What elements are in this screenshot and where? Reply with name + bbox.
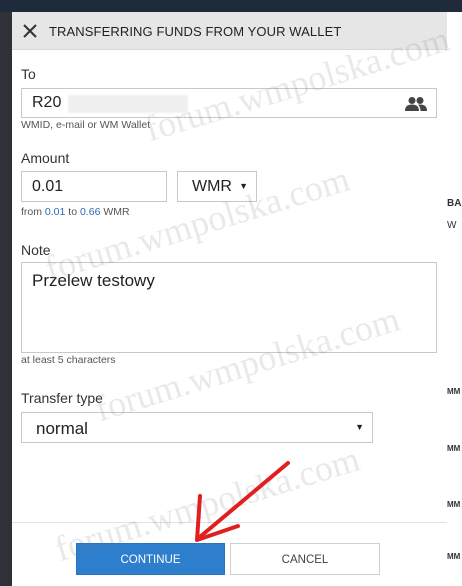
transfer-type-select[interactable]: normal ▼ bbox=[21, 412, 373, 443]
note-textarea[interactable]: Przelew testowy bbox=[21, 262, 437, 353]
background-fragment: MM bbox=[447, 500, 461, 509]
hint-min: 0.01 bbox=[44, 206, 66, 218]
background-fragment: MM bbox=[447, 444, 461, 453]
currency-select[interactable]: WMR ▼ bbox=[177, 171, 257, 202]
note-value: Przelew testowy bbox=[32, 271, 155, 290]
close-icon[interactable] bbox=[22, 23, 38, 39]
dialog-footer: CONTINUE CANCEL bbox=[12, 522, 447, 586]
recipient-value: R20 bbox=[32, 94, 62, 111]
background-fragment: W bbox=[447, 220, 457, 231]
to-label: To bbox=[21, 66, 36, 82]
background-fragment: MM bbox=[447, 387, 461, 396]
chevron-down-icon: ▼ bbox=[355, 422, 364, 432]
hint-unit: WMR bbox=[103, 206, 130, 218]
contacts-icon[interactable] bbox=[404, 96, 428, 112]
chevron-down-icon: ▼ bbox=[239, 181, 248, 191]
hint-max: 0.66 bbox=[79, 206, 101, 218]
amount-label: Amount bbox=[21, 150, 70, 166]
recipient-input[interactable]: R20 bbox=[21, 88, 437, 118]
transfer-dialog: TRANSFERRING FUNDS FROM YOUR WALLET To R… bbox=[12, 12, 447, 586]
amount-input[interactable]: 0.01 bbox=[21, 171, 167, 202]
hint-from: from bbox=[21, 206, 42, 218]
redacted-region bbox=[68, 95, 188, 113]
background-top-strip bbox=[0, 0, 462, 12]
currency-value: WMR bbox=[192, 178, 232, 195]
hint-to: to bbox=[68, 206, 78, 218]
background-fragment: BA bbox=[447, 198, 462, 209]
cancel-button[interactable]: CANCEL bbox=[230, 543, 380, 575]
background-fragment: MM bbox=[447, 552, 461, 561]
recipient-hint: WMID, e-mail or WM Wallet bbox=[21, 119, 151, 131]
amount-range-hint: from 0.01 to 0.66 WMR bbox=[21, 206, 130, 218]
continue-button[interactable]: CONTINUE bbox=[76, 543, 225, 575]
note-hint: at least 5 characters bbox=[21, 354, 116, 366]
transfer-type-value: normal bbox=[36, 419, 88, 438]
transfer-type-label: Transfer type bbox=[21, 390, 103, 406]
dialog-header: TRANSFERRING FUNDS FROM YOUR WALLET bbox=[12, 12, 447, 50]
background-right-strip: BA W MM MM MM MM bbox=[447, 12, 462, 586]
dialog-title: TRANSFERRING FUNDS FROM YOUR WALLET bbox=[49, 24, 342, 39]
amount-value: 0.01 bbox=[32, 178, 64, 195]
background-left-strip bbox=[0, 12, 12, 586]
note-label: Note bbox=[21, 242, 51, 258]
